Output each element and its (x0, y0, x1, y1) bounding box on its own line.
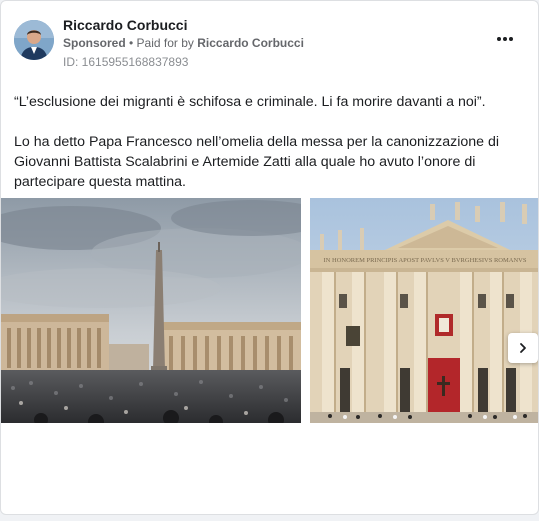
more-options-button[interactable] (491, 32, 519, 46)
more-options-icon (497, 37, 501, 41)
paid-for-by-name[interactable]: Riccardo Corbucci (197, 36, 304, 50)
chevron-right-icon (520, 343, 526, 353)
sponsored-label: Sponsored (63, 36, 126, 50)
sponsored-post-card: Riccardo Corbucci Sponsored • Paid for b… (0, 0, 539, 515)
ad-meta-line: Sponsored • Paid for by Riccardo Corbucc… (63, 36, 304, 50)
post-header: Riccardo Corbucci Sponsored • Paid for b… (14, 14, 525, 74)
ad-id: ID: 1615955168837893 (63, 55, 189, 69)
st-peters-square-crowd-photo[interactable] (1, 198, 301, 423)
carousel-next-button[interactable] (508, 333, 538, 363)
post-paragraph-main: Lo ha detto Papa Francesco nell’omelia d… (14, 134, 500, 190)
author-avatar[interactable] (14, 20, 54, 60)
st-peters-basilica-facade-photo[interactable]: IN HONOREM PRINCIPIS APOST PAVLVS V BVRG… (310, 198, 538, 423)
basilica-inscription: IN HONOREM PRINCIPIS APOST PAVLVS V BVRG… (324, 257, 527, 264)
more-options-icon-dot (509, 37, 513, 41)
post-body: “L’esclusione dei migranti è schifosa e … (14, 92, 524, 212)
paid-for-prefix: Paid for by (136, 36, 198, 50)
meta-separator: • (125, 36, 137, 50)
more-options-icon-dot (503, 37, 507, 41)
post-paragraph-quote: “L’esclusione dei migranti è schifosa e … (14, 94, 486, 110)
author-name[interactable]: Riccardo Corbucci (63, 17, 187, 33)
image-carousel: IN HONOREM PRINCIPIS APOST PAVLVS V BVRG… (1, 198, 538, 423)
